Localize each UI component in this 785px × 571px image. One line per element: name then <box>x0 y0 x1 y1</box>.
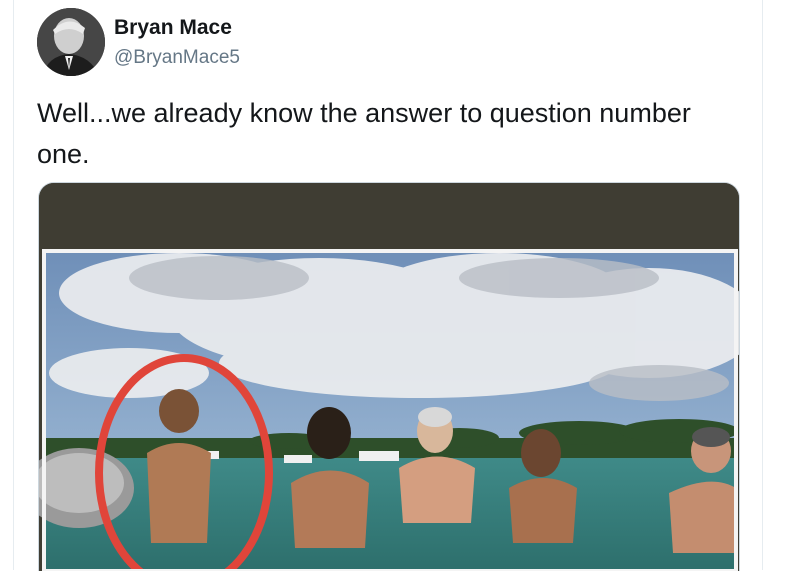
author-name[interactable]: Bryan Mace <box>114 16 232 40</box>
author-handle[interactable]: @BryanMace5 <box>114 47 240 69</box>
author-avatar[interactable] <box>37 8 105 76</box>
tweet-photo[interactable] <box>38 182 740 571</box>
beach-photo-image <box>39 183 739 571</box>
tweet-text: Well...we already know the answer to que… <box>37 98 691 169</box>
avatar-portrait-icon <box>37 8 105 76</box>
